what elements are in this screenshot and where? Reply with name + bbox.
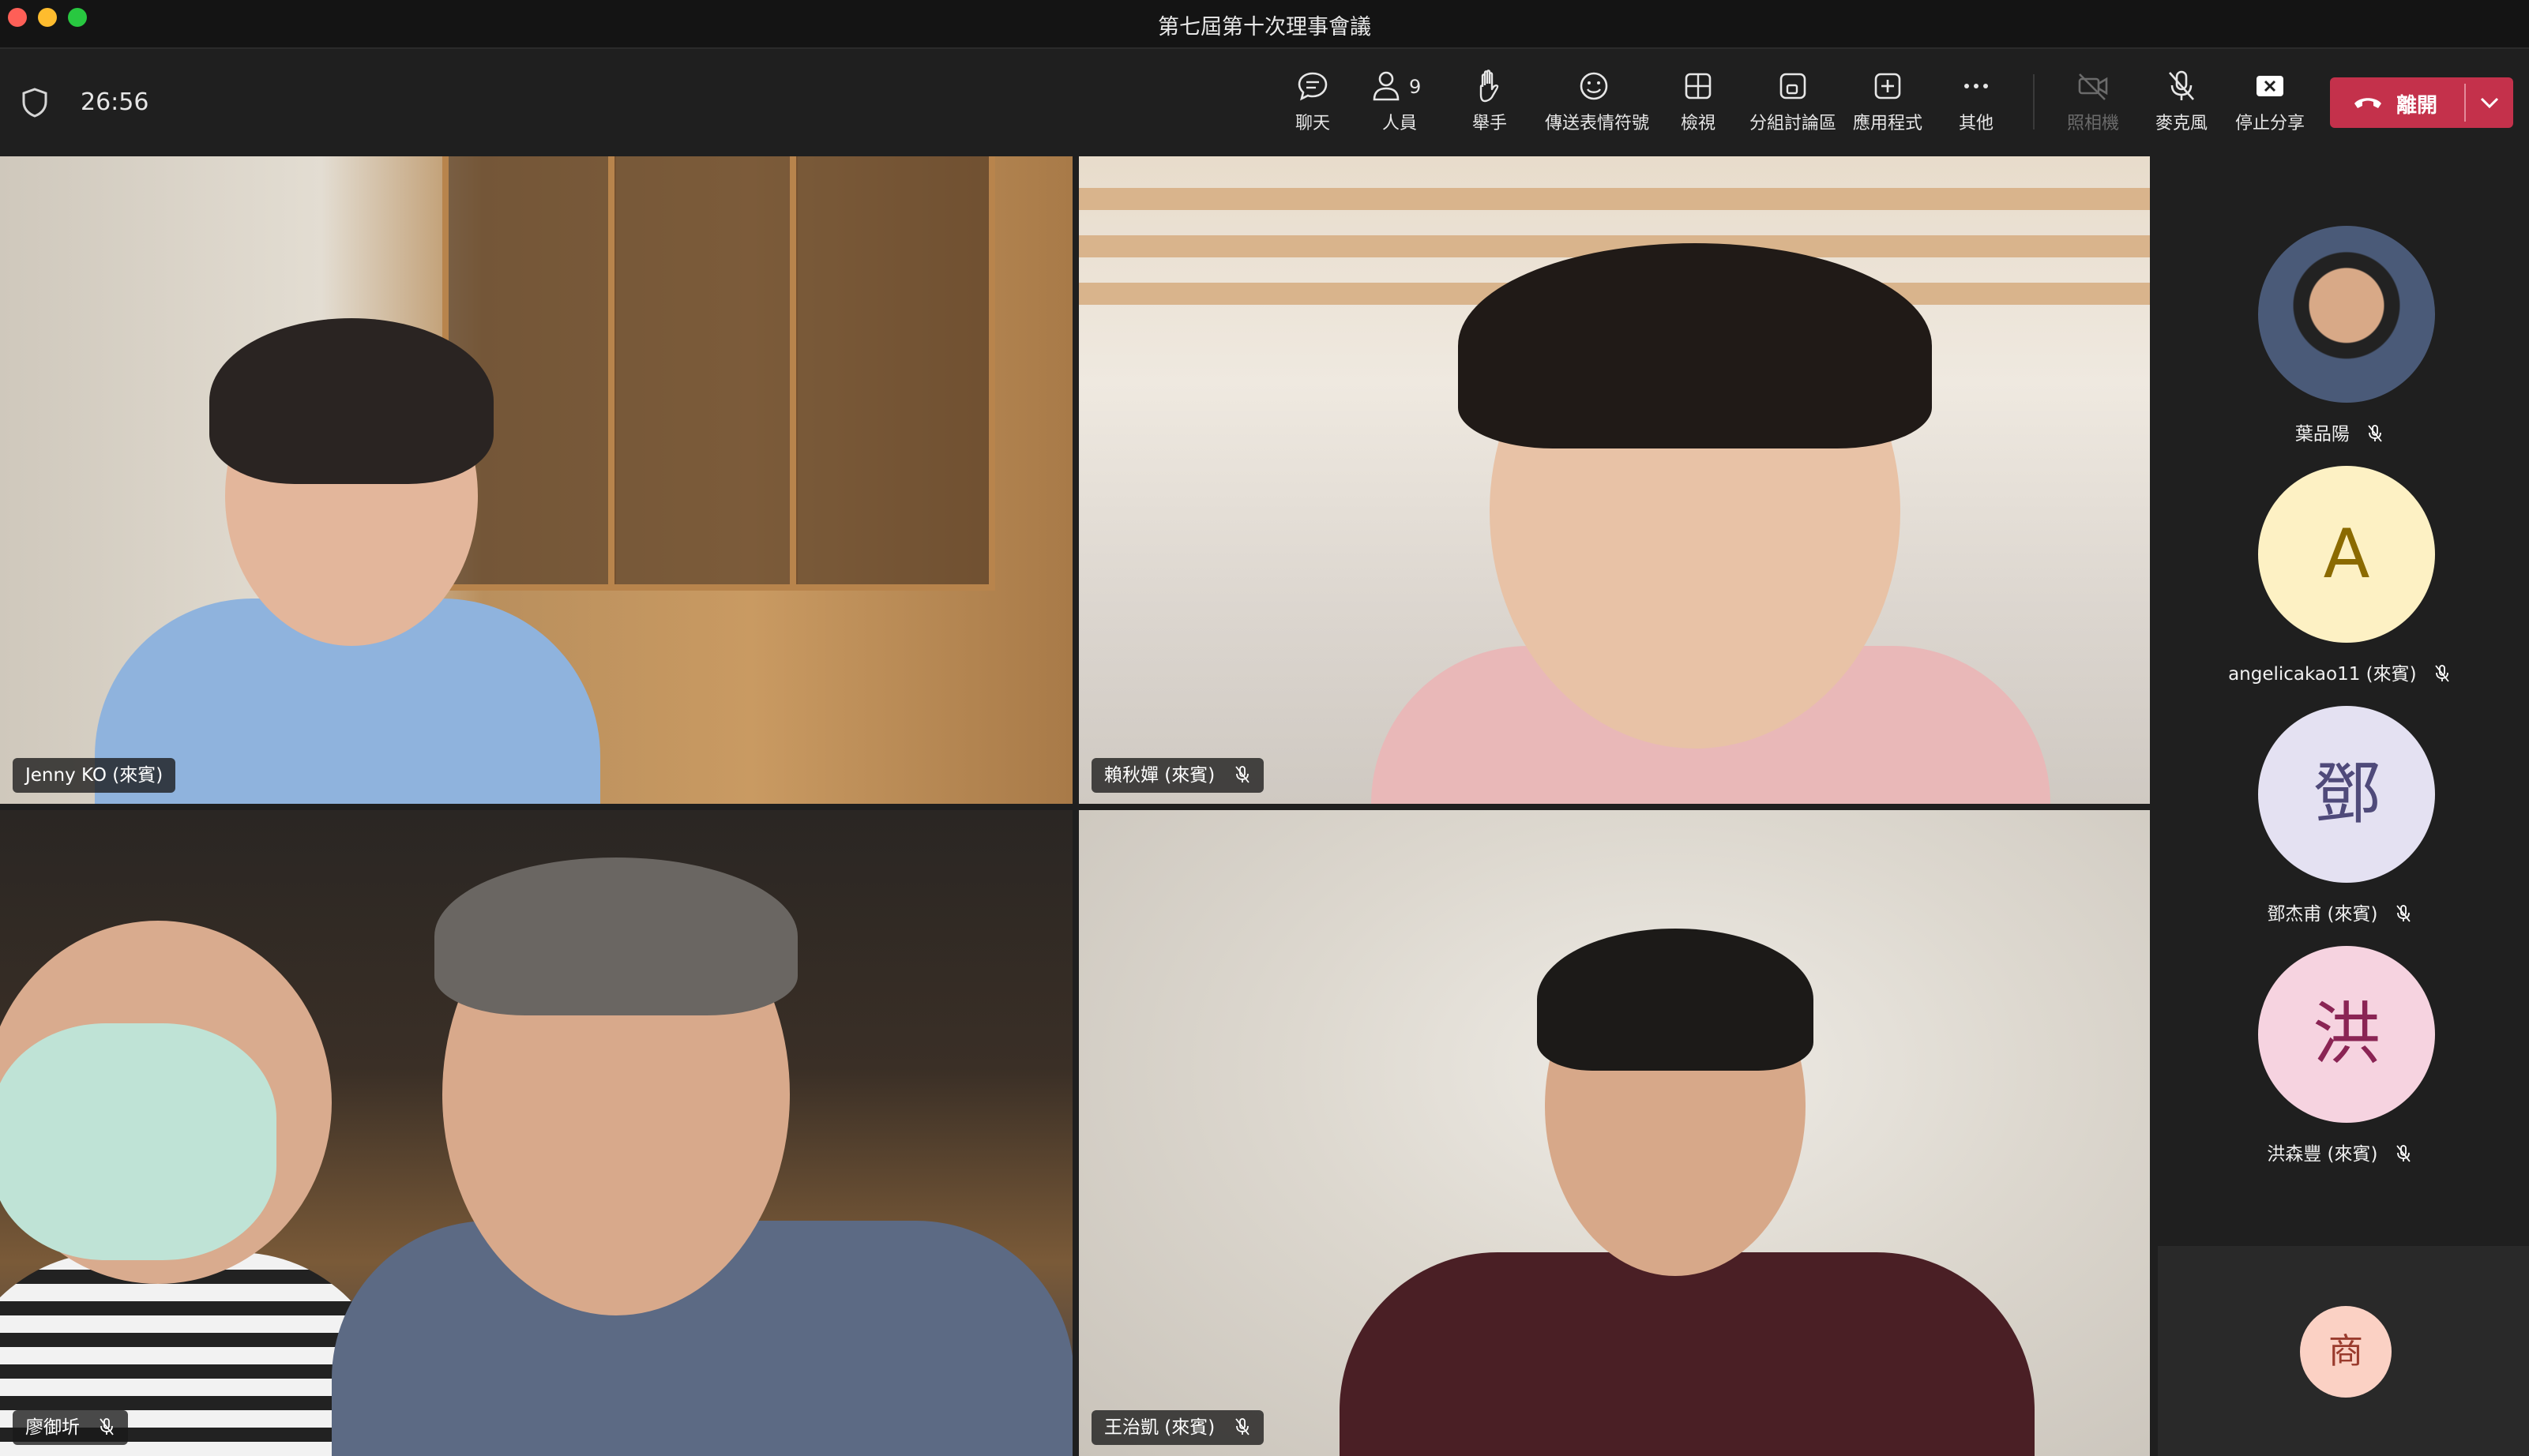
video-tile[interactable]: 王治凱 (來賓) [1079, 810, 2150, 1456]
people-label: 人員 [1381, 114, 1417, 133]
muted-mic-icon [2435, 664, 2449, 682]
avatar: 洪 [2258, 946, 2435, 1123]
bookcase-door [608, 156, 798, 591]
avatar: 商 [2300, 1306, 2392, 1398]
muted-mic-icon [1234, 1417, 1249, 1435]
avatar: A [2258, 466, 2435, 643]
people-count-badge: 9 [1409, 76, 1422, 98]
avatar-initial: 鄧 [2313, 755, 2381, 834]
participant-name-tag: 賴秋嬋 (來賓) [1092, 758, 1264, 793]
toolbar-divider [2033, 74, 2035, 129]
people-button[interactable]: 9 人員 [1352, 68, 1447, 139]
participant-name: 葉品陽 [2294, 424, 2350, 445]
window-titlebar: 第七屆第十次理事會議 [0, 0, 2529, 49]
raise-hand-label: 舉手 [1471, 114, 1507, 133]
ceiling-beam [1079, 188, 2150, 210]
participant-name: Jenny KO (來賓) [25, 765, 163, 786]
chevron-down-icon [2480, 97, 2499, 109]
participant-name-row: angelicakao11 (來賓) [2150, 659, 2529, 685]
participant-name-row: 葉品陽 [2150, 418, 2529, 445]
apps-label: 應用程式 [1852, 114, 1922, 133]
more-label: 其他 [1958, 114, 1994, 133]
view-button[interactable]: 檢視 [1651, 68, 1745, 139]
muted-mic-icon [100, 1417, 115, 1435]
participant-name: 廖御圻 [25, 1417, 80, 1438]
participant-hair [434, 857, 798, 1015]
video-tile[interactable]: 賴秋嬋 (來賓) [1079, 156, 2150, 804]
shield-icon[interactable] [21, 87, 49, 118]
muted-mic-icon [2396, 904, 2411, 922]
hang-up-icon [2354, 98, 2381, 108]
participant-name-row: 鄧杰甫 (來賓) [2150, 899, 2529, 925]
leave-options-dropdown[interactable] [2466, 77, 2513, 128]
add-app-icon [1874, 73, 1901, 99]
participant-name-tag: 王治凱 (來賓) [1092, 1410, 1264, 1445]
breakout-rooms-icon [1779, 73, 1806, 99]
participant-name-tag: 廖御圻 [13, 1410, 129, 1445]
microphone-button[interactable]: 麥克風 [2134, 68, 2229, 139]
participant-hair [209, 318, 494, 484]
leave-button-group: 離開 [2330, 77, 2513, 128]
mic-off-icon [2169, 70, 2194, 100]
camera-label: 照相機 [2066, 114, 2119, 133]
chat-button[interactable]: 聊天 [1265, 68, 1360, 139]
reactions-label: 傳送表情符號 [1545, 114, 1650, 133]
stop-share-icon [2257, 76, 2283, 96]
stop-sharing-label: 停止分享 [2234, 114, 2305, 133]
bookcase-door [790, 156, 995, 591]
overflow-participant-panel[interactable]: 商 [2158, 1246, 2529, 1456]
raise-hand-icon [1479, 69, 1499, 103]
window-title: 第七屆第十次理事會議 [1158, 15, 1371, 39]
avatar [2258, 226, 2435, 403]
participant-name: 洪森豐 (來賓) [2267, 1144, 2378, 1165]
breakout-rooms-button[interactable]: 分組討論區 [1745, 68, 1840, 139]
avatar-initial: 商 [2328, 1331, 2363, 1372]
chat-icon [1298, 72, 1328, 101]
breakout-rooms-label: 分組討論區 [1749, 114, 1836, 133]
more-icon [1964, 84, 1988, 88]
people-icon [1373, 71, 1400, 101]
apps-button[interactable]: 應用程式 [1840, 68, 1935, 139]
stop-sharing-button[interactable]: 停止分享 [2223, 68, 2317, 139]
avatar-initial: A [2323, 515, 2370, 594]
meeting-timer: 26:56 [81, 88, 149, 116]
participant-name: 鄧杰甫 (來賓) [2267, 904, 2378, 925]
view-label: 檢視 [1680, 114, 1715, 133]
muted-mic-icon [2396, 1144, 2411, 1162]
participant-name: 王治凱 (來賓) [1104, 1417, 1216, 1438]
leave-button[interactable]: 離開 [2330, 77, 2464, 128]
video-tile[interactable]: 廖御圻 [0, 810, 1073, 1456]
participant-name: 賴秋嬋 (來賓) [1104, 765, 1216, 786]
face-mask [0, 1023, 276, 1260]
participant-hair [1537, 929, 1813, 1071]
more-button[interactable]: 其他 [1929, 68, 2024, 139]
avatar: 鄧 [2258, 706, 2435, 883]
smiley-icon [1580, 72, 1608, 100]
participant-name: angelicakao11 (來賓) [2228, 664, 2417, 685]
grid-view-icon [1685, 73, 1712, 99]
video-tile[interactable]: Jenny KO (來賓) [0, 156, 1073, 804]
microphone-label: 麥克風 [2155, 114, 2208, 133]
muted-mic-icon [1234, 765, 1249, 783]
camera-button[interactable]: 照相機 [2046, 68, 2140, 139]
meeting-toolbar: 26:56 聊天 9 人員 舉手 傳送表情符號 檢視 分組討論區 應用程式 其他… [0, 51, 2529, 155]
participant-body [1340, 1252, 2035, 1456]
camera-off-icon [2078, 73, 2108, 100]
raise-hand-button[interactable]: 舉手 [1442, 68, 1537, 139]
chat-label: 聊天 [1295, 114, 1330, 133]
participant-hair [1458, 243, 1932, 448]
muted-mic-icon [2368, 424, 2382, 442]
leave-label: 離開 [2396, 94, 2438, 118]
participant-name-tag: Jenny KO (來賓) [13, 758, 176, 793]
participant-name-row: 洪森豐 (來賓) [2150, 1139, 2529, 1165]
reactions-button[interactable]: 傳送表情符號 [1545, 68, 1650, 139]
avatar-initial: 洪 [2313, 995, 2381, 1074]
